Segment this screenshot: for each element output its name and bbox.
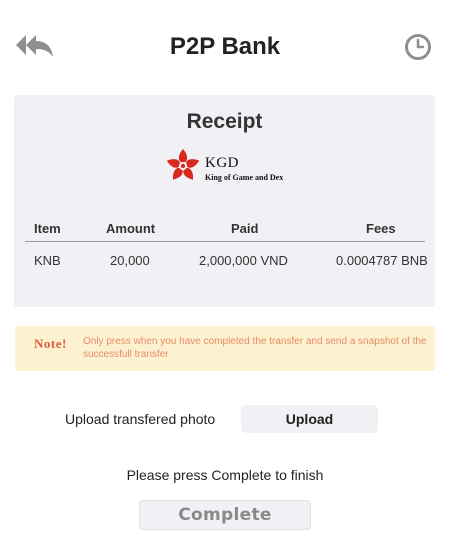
- note-label: Note!: [34, 336, 67, 351]
- page-title: P2P Bank: [169, 33, 281, 60]
- receipt-title: Receipt: [186, 110, 263, 133]
- history-button[interactable]: [404, 33, 432, 61]
- header: P2P Bank: [0, 0, 450, 90]
- upload-button[interactable]: Upload: [241, 405, 378, 433]
- table-divider: [25, 241, 425, 242]
- cell-fees: 0.0004787 BNB: [336, 253, 428, 268]
- logo-name: KGD: [205, 155, 239, 171]
- column-header-amount: Amount: [106, 221, 156, 236]
- clock-icon: [405, 34, 431, 60]
- star-flower-logo-icon: [166, 149, 200, 180]
- complete-instruction: Please press Complete to finish: [126, 467, 324, 483]
- note-text: Only press when you have completed the t…: [83, 336, 427, 360]
- note-banner: Note! Only press when you have completed…: [15, 326, 435, 371]
- column-header-item: Item: [34, 221, 61, 236]
- cell-amount: 20,000: [110, 253, 150, 268]
- cell-item: KNB: [34, 253, 61, 268]
- column-header-fees: Fees: [366, 221, 396, 236]
- logo-tagline: King of Game and Dex: [205, 173, 284, 182]
- upload-label: Upload transfered photo: [65, 411, 216, 427]
- cell-paid: 2,000,000 VND: [199, 253, 288, 268]
- receipt-card: Receipt: [14, 95, 435, 307]
- column-header-paid: Paid: [231, 221, 259, 236]
- complete-button[interactable]: Complete: [139, 500, 311, 530]
